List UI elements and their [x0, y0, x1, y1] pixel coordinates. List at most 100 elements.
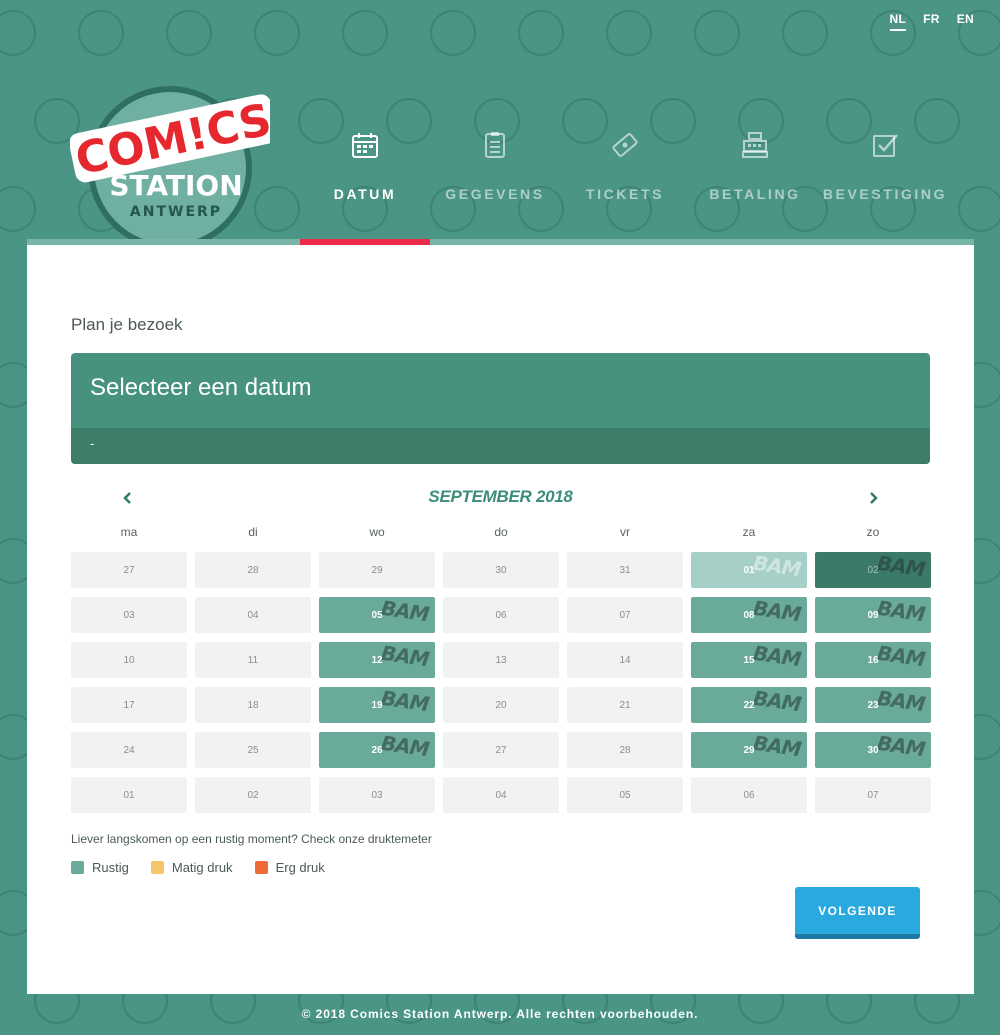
calendar-day[interactable]: BAM 08: [691, 595, 807, 633]
calendar-day-number: 14: [619, 654, 631, 666]
bam-badge: BAM: [751, 595, 803, 627]
calendar-day: 07: [815, 777, 931, 813]
calendar-day-number: 10: [123, 654, 135, 666]
step-datum[interactable]: DATUM: [300, 130, 430, 202]
calendar-day-number: 29: [371, 564, 383, 576]
doodle-face: [342, 10, 388, 56]
doodle-face: [606, 10, 652, 56]
step-betaling[interactable]: BETALING: [690, 130, 820, 202]
step-bevestiging-label: BEVESTIGING: [822, 186, 948, 202]
step-gegevens-label: GEGEVENS: [445, 186, 545, 202]
calendar-day[interactable]: BAM 19: [319, 685, 435, 723]
calendar-day-number: 06: [495, 609, 507, 621]
calendar-day[interactable]: BAM 22: [691, 686, 807, 723]
calendar-day-number: 28: [619, 744, 631, 756]
legend-swatch: [71, 861, 84, 874]
step-tickets-label: TICKETS: [585, 186, 665, 202]
calendar-day[interactable]: BAM 12: [319, 640, 435, 678]
bam-badge: BAM: [379, 640, 431, 672]
weekday-label: ma: [120, 525, 138, 539]
calendar-day-number: 08: [743, 609, 755, 621]
ticket-icon: [612, 133, 638, 157]
calendar-day-number: 24: [123, 744, 135, 756]
calendar-day[interactable]: BAM 30: [815, 731, 931, 768]
calendar-day-number: 30: [867, 744, 879, 756]
calendar-day-number: 20: [495, 699, 507, 711]
lang-en[interactable]: EN: [957, 12, 974, 31]
legend-label: Rustig: [92, 860, 129, 875]
footer-copyright: © 2018 Comics Station Antwerp. Alle rech…: [301, 1007, 699, 1021]
chevron-right-icon[interactable]: [863, 488, 883, 508]
calendar-day-number: 06: [743, 789, 755, 801]
calendar-day: 27: [71, 552, 187, 588]
calendar-day-number: 28: [247, 564, 259, 576]
calendar-day-number: 17: [123, 699, 135, 711]
calendar-day: 20: [443, 687, 559, 723]
calendar-day[interactable]: BAM 26: [319, 731, 435, 768]
calendar-day: 06: [691, 777, 807, 813]
legend-item-rustig: Rustig: [71, 860, 129, 875]
select-date-heading: Selecteer een datum: [90, 374, 312, 401]
crowd-meter-text[interactable]: Liever langskomen op een rustig moment? …: [71, 832, 432, 846]
comics-station-logo[interactable]: COM!CS STATION ANTWERP: [69, 58, 278, 250]
next-button[interactable]: VOLGENDE: [795, 887, 920, 939]
calendar-day-number: 26: [371, 744, 383, 756]
doodle-face: [958, 186, 1000, 232]
calendar-day: 21: [567, 687, 683, 723]
calendar-day[interactable]: BAM 29: [691, 731, 807, 768]
calendar-day: 25: [195, 732, 311, 768]
calendar-day: 10: [71, 642, 187, 678]
calendar-day: 11: [195, 642, 311, 678]
calendar-day[interactable]: BAM 15: [691, 640, 807, 678]
calendar-day: 28: [195, 552, 311, 588]
calendar-day-number: 01: [123, 789, 135, 801]
calendar-day[interactable]: BAM 02: [815, 550, 931, 588]
lang-nl[interactable]: NL: [889, 12, 907, 31]
bam-badge: BAM: [751, 640, 803, 672]
calendar-day[interactable]: BAM 09: [815, 596, 931, 633]
calendar-day: 31: [567, 552, 683, 588]
month-navigation: SEPTEMBER 2018: [71, 485, 930, 511]
legend-item-erg-druk: Erg druk: [254, 860, 325, 875]
step-gegevens[interactable]: GEGEVENS: [430, 130, 560, 202]
calendar-day: 29: [319, 552, 435, 588]
calendar-day: 30: [443, 552, 559, 588]
svg-text:ANTWERP: ANTWERP: [130, 204, 222, 220]
calendar-day: 04: [443, 777, 559, 813]
legend-item-matig-druk: Matig druk: [150, 860, 233, 875]
calendar-day-number: 18: [247, 699, 259, 711]
weekday-label: vr: [620, 525, 630, 539]
calendar-day: 14: [567, 642, 683, 678]
booking-card: Plan je bezoek Selecteer een datum - SEP…: [27, 245, 974, 994]
bam-badge: BAM: [751, 550, 803, 582]
calendar-day: 24: [71, 732, 187, 768]
lang-fr[interactable]: FR: [923, 12, 940, 31]
calendar-day: 18: [195, 687, 311, 723]
calendar-day-number: 07: [867, 789, 879, 801]
legend-label: Erg druk: [275, 860, 325, 875]
doodle-face: [430, 10, 476, 56]
weekday-header: ma di wo do vr za zo: [71, 525, 930, 539]
calendar-day-number: 02: [867, 564, 879, 576]
calendar-day[interactable]: BAM 16: [815, 641, 931, 678]
doodle-face: [254, 10, 300, 56]
step-tickets[interactable]: TICKETS: [560, 130, 690, 202]
calendar-day-number: 29: [743, 744, 755, 756]
calendar-day-number: 05: [371, 609, 383, 621]
calendar-icon: [352, 133, 378, 158]
bam-badge: BAM: [875, 550, 927, 582]
bam-badge: BAM: [379, 685, 431, 717]
calendar-day-number: 30: [495, 564, 507, 576]
date-selection-panel: Selecteer een datum -: [71, 353, 930, 464]
calendar-day: 03: [319, 777, 435, 813]
step-bevestiging[interactable]: BEVESTIGING: [820, 130, 950, 202]
calendar-day[interactable]: BAM 01: [691, 550, 807, 588]
weekday-label: zo: [866, 525, 880, 539]
checkout-steps: DATUM GEGEVENS TICKETS BETALING BEVESTIG…: [300, 130, 960, 240]
calendar-day[interactable]: BAM 05: [319, 596, 435, 633]
doodle-face: [0, 186, 36, 232]
legend-label: Matig druk: [171, 860, 233, 875]
calendar-grid: 27 28 29 30 31 BAM 01 BAM 02 03 04 BAM 05 06 07 BAM 08 BA…: [71, 550, 931, 813]
calendar-day[interactable]: BAM 23: [815, 686, 931, 723]
doodle-face: [78, 10, 124, 56]
